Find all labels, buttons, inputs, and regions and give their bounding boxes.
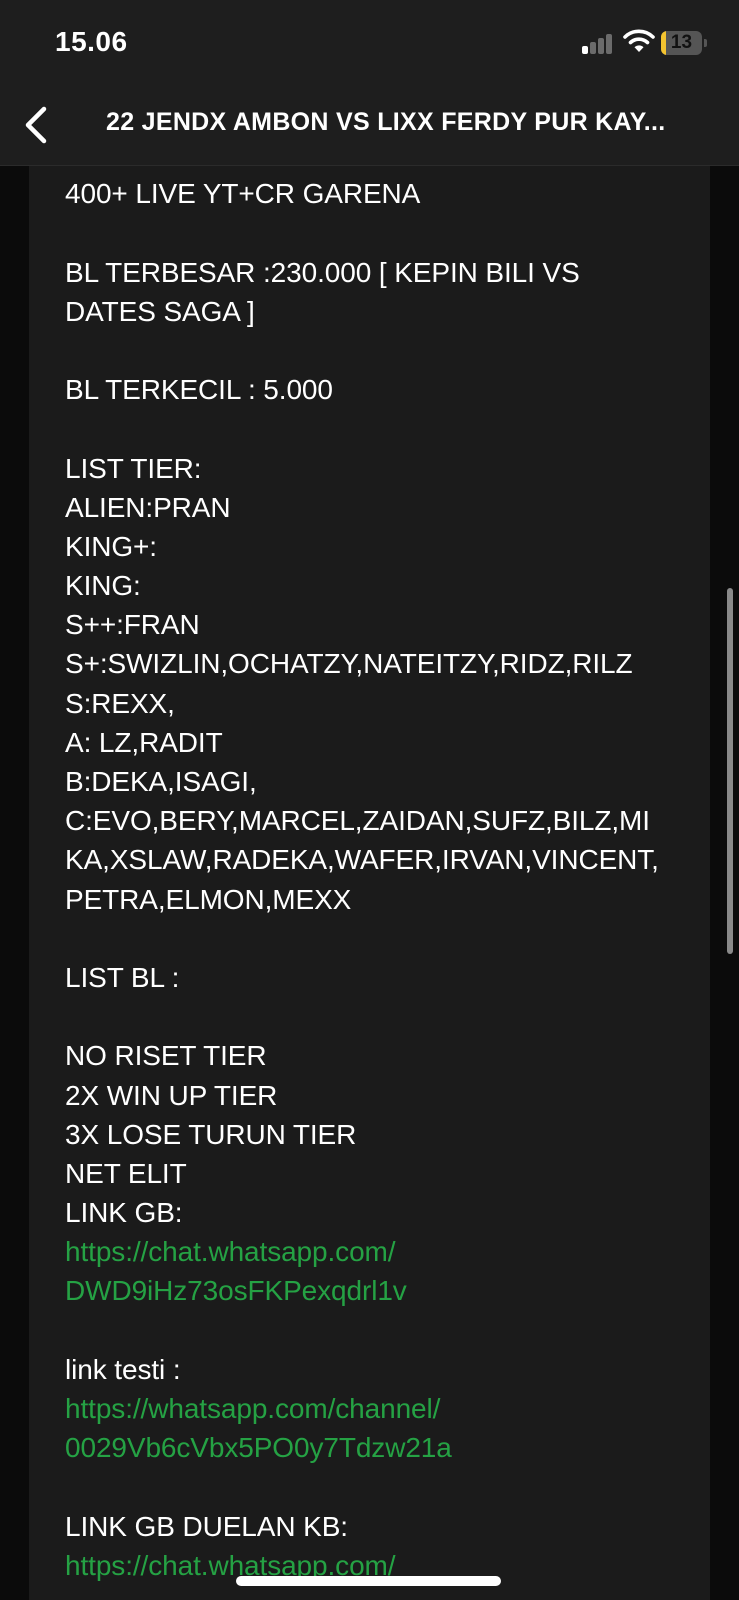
- message-line: LINK GB DUELAN KB:: [65, 1510, 348, 1542]
- message-line: PETRA,ELMON,MEXX: [65, 883, 352, 915]
- message-line: 3X LOSE TURUN TIER: [65, 1118, 357, 1150]
- message-line: link testi :: [65, 1353, 181, 1385]
- message-text: 70+ LIVE YT400+ LIVE YT+CR GARENABL TERB…: [65, 150, 690, 1585]
- battery-icon: 13: [661, 31, 707, 55]
- message-line: S:REXX,: [65, 687, 175, 719]
- message-link[interactable]: https://chat.whatsapp.com/: [65, 1232, 690, 1271]
- message-line: NO RISET TIER: [65, 1040, 267, 1072]
- message-line: LIST TIER:: [65, 452, 202, 484]
- signal-bar: [590, 42, 596, 54]
- message-link[interactable]: 0029Vb6cVbx5PO0y7Tdzw21a: [65, 1428, 690, 1467]
- scroll-indicator[interactable]: [727, 588, 733, 954]
- chevron-left-icon: [25, 106, 47, 144]
- battery-level: 13: [670, 32, 693, 53]
- status-time: 15.06: [55, 26, 128, 57]
- message-line: A: LZ,RADIT: [65, 726, 223, 758]
- message-line: 2X WIN UP TIER: [65, 1079, 278, 1111]
- message-link[interactable]: DWD9iHz73osFKPexqdrl1v: [65, 1271, 690, 1310]
- message-line: 400+ LIVE YT+CR GARENA: [65, 178, 421, 210]
- signal-bar: [598, 38, 604, 54]
- message-line: LINK GB:: [65, 1197, 183, 1229]
- message-link[interactable]: https://whatsapp.com/channel/: [65, 1389, 690, 1428]
- navigation-header: 15.06 13 22 JENDX AMBON VS LIXX FERDY PU…: [0, 0, 739, 166]
- message-line: KING+:: [65, 530, 157, 562]
- message-line: KING:: [65, 570, 141, 602]
- message-line: KA,XSLAW,RADEKA,WAFER,IRVAN,VINCENT,: [65, 844, 659, 876]
- message-line: LIST BL :: [65, 961, 180, 993]
- message-line: BL TERBESAR :230.000 [ KEPIN BILI VS: [65, 256, 580, 288]
- back-button[interactable]: [16, 100, 56, 150]
- signal-bar: [582, 46, 588, 54]
- message-line: S++:FRAN: [65, 609, 200, 641]
- message-line: ALIEN:PRAN: [65, 491, 231, 523]
- message-line: C:EVO,BERY,MARCEL,ZAIDAN,SUFZ,BILZ,MI: [65, 805, 650, 837]
- cellular-signal-icon: [582, 30, 616, 54]
- message-body[interactable]: 70+ LIVE YT400+ LIVE YT+CR GARENABL TERB…: [29, 150, 710, 1600]
- chat-title[interactable]: 22 JENDX AMBON VS LIXX FERDY PUR KAY...: [106, 108, 706, 137]
- message-line: NET ELIT: [65, 1157, 187, 1189]
- signal-bar: [606, 34, 612, 54]
- message-line: BL TERKECIL : 5.000: [65, 374, 333, 406]
- wifi-icon: [623, 29, 655, 52]
- message-line: S+:SWIZLIN,OCHATZY,NATEITZY,RIDZ,RILZ: [65, 648, 633, 680]
- message-line: B:DEKA,ISAGI,: [65, 766, 257, 797]
- message-line: DATES SAGA ]: [65, 295, 255, 327]
- home-indicator[interactable]: [236, 1576, 501, 1586]
